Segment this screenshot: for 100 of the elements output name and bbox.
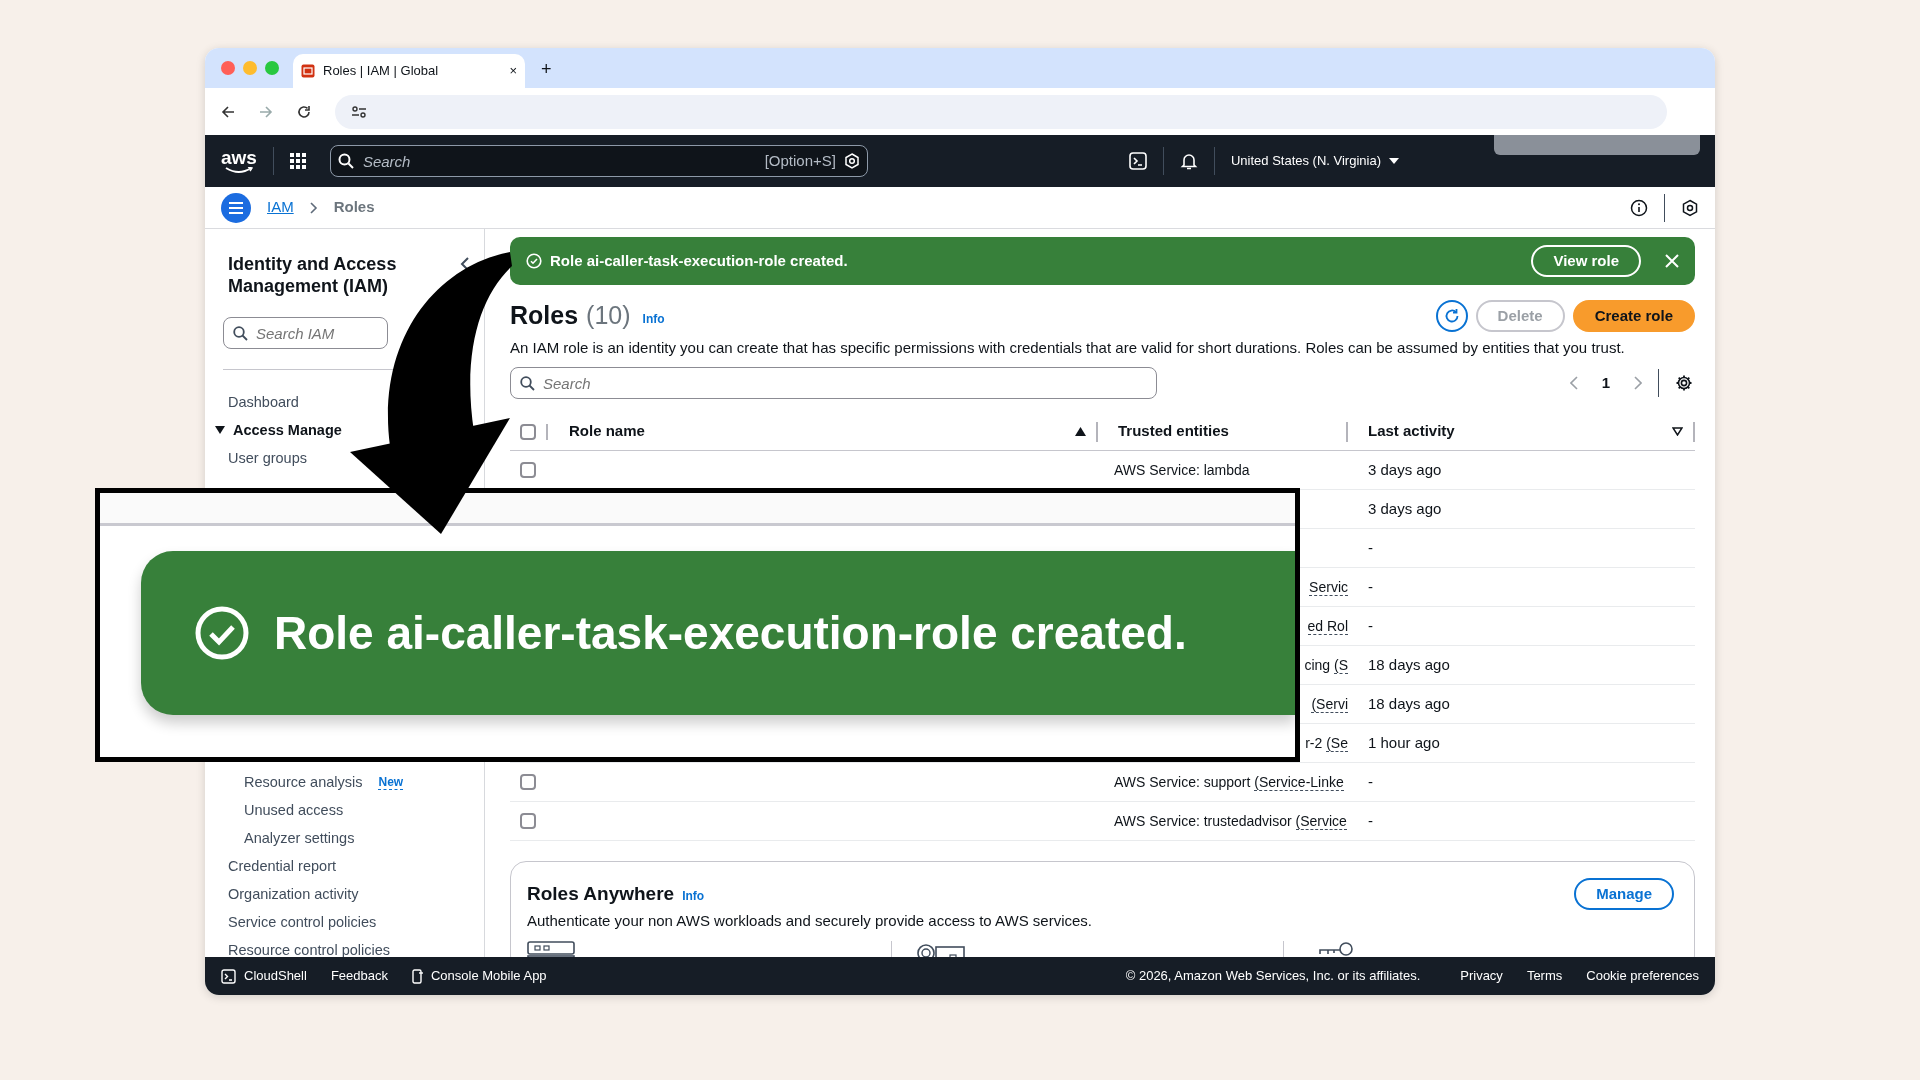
footer-link[interactable]: Cookie preferences [1586, 966, 1699, 986]
expanded-triangle-icon[interactable] [215, 425, 225, 435]
table-cell-text: - [1368, 810, 1373, 831]
table-cell-text: r-2 (Se [1305, 733, 1348, 754]
view-role-button[interactable]: View role [1531, 245, 1641, 277]
table-cell-text: 18 days ago [1368, 654, 1450, 675]
smile-icon [224, 166, 253, 174]
info-link[interactable]: Info [682, 887, 705, 905]
banner-message: Role ai-caller-task-execution-role created. [550, 250, 849, 271]
table-cell-text: 3 days ago [1368, 459, 1442, 480]
create-role-button[interactable]: Create role [1572, 299, 1695, 332]
table-search-field[interactable]: Search [510, 367, 1157, 399]
nav-link[interactable]: Analyzer settings [244, 824, 355, 852]
table-cell-text: 18 days ago [1368, 693, 1450, 714]
window-close-dot[interactable] [221, 61, 235, 75]
table-cell-text: - [1368, 771, 1373, 792]
page-description: An IAM role is an identity you can create that has specific permissions with credentials that are valid for short durations. Roles can be assumed by entities that you trust. [510, 337, 1626, 358]
table-cell-text: 1 hour ago [1368, 732, 1440, 753]
reload-icon[interactable] [297, 104, 311, 119]
info-icon[interactable] [1630, 198, 1648, 217]
tab-favicon-icon [301, 64, 315, 78]
table-cell-text: (Servi [1311, 694, 1348, 715]
info-link[interactable]: Info [642, 309, 665, 328]
previous-page-icon[interactable] [1569, 376, 1578, 390]
footer-link[interactable]: Privacy [1460, 966, 1503, 986]
column-header[interactable]: Role name [569, 420, 1075, 443]
search-icon [233, 326, 248, 341]
breadcrumb-link[interactable]: IAM [267, 196, 294, 219]
footer-link[interactable]: Console Mobile App [411, 966, 547, 986]
nav-link[interactable]: Service control policies [228, 908, 377, 936]
nav-link[interactable]: User groups [228, 444, 307, 472]
site-settings-icon[interactable] [351, 104, 367, 119]
nav-link[interactable]: Dashboard [228, 388, 299, 416]
refresh-button[interactable] [1435, 299, 1468, 332]
phone-icon [411, 968, 423, 984]
sidebar-search-field[interactable]: Search IAM [223, 317, 388, 349]
tab-close-button[interactable]: × [509, 61, 517, 81]
footer-link[interactable]: Feedback [330, 966, 388, 986]
table-cell-text: cing (S [1304, 655, 1348, 676]
window-zoom-dot[interactable] [265, 61, 279, 75]
column-header[interactable]: Last activity [1368, 420, 1672, 443]
chevron-right-icon [309, 201, 318, 214]
card-title: Roles Anywhere [527, 881, 675, 906]
table-cell-text: - [1368, 576, 1373, 597]
refresh-icon [1443, 307, 1460, 324]
back-arrow-icon[interactable] [221, 104, 235, 119]
menu-button[interactable] [221, 192, 251, 223]
bell-icon[interactable] [1179, 152, 1198, 170]
nav-link[interactable]: Unused access [244, 796, 344, 824]
sort-ascending-icon[interactable] [1075, 427, 1086, 436]
terminal-icon [221, 968, 236, 984]
enlarged-banner-message: Role ai-caller-task-execution-role created. [274, 605, 1187, 661]
shortcut-hint: [Option+S] [764, 150, 836, 171]
column-header[interactable]: Trusted entities [1118, 420, 1336, 443]
page-number[interactable]: 1 [1593, 371, 1618, 395]
caret-icon [1389, 158, 1399, 164]
terminal-icon[interactable] [1128, 152, 1147, 170]
card-description: Authenticate your non AWS workloads and securely provide access to AWS services. [527, 911, 1093, 931]
region-selector[interactable]: United States (N. Virginia) [1230, 151, 1399, 171]
apps-grid-icon[interactable] [289, 153, 306, 169]
nav-section-header[interactable]: Access Manage [233, 416, 342, 444]
hexagon-icon[interactable] [1681, 198, 1699, 217]
browser-tab[interactable]: Roles | IAM | Global × [293, 54, 525, 88]
row-checkbox[interactable] [520, 462, 536, 478]
close-icon[interactable] [1665, 254, 1679, 268]
sort-icon[interactable] [1672, 427, 1683, 436]
next-page-icon[interactable] [1634, 376, 1642, 390]
nav-link[interactable]: Credential report [228, 852, 336, 880]
footer-link[interactable]: Terms [1526, 966, 1563, 986]
footer-link[interactable]: CloudShell [221, 966, 307, 986]
table-cell-text: AWS Service: trustedadvisor (Service [1114, 811, 1347, 832]
table-cell-text: AWS Service: support (Service-Linke [1114, 772, 1344, 793]
collapse-chevron-icon[interactable] [460, 257, 470, 271]
manage-button[interactable]: Manage [1574, 878, 1674, 910]
search-icon [337, 153, 354, 169]
table-cell-text: 3 days ago [1368, 498, 1442, 519]
row-checkbox[interactable] [520, 813, 536, 829]
settings-icon[interactable] [1675, 374, 1693, 392]
new-tab-button[interactable]: + [541, 56, 552, 83]
copyright-text: © 2026, Amazon Web Services, Inc. or its affiliates. [1125, 967, 1421, 986]
hexagon-icon [843, 153, 860, 169]
select-all-checkbox[interactable] [520, 423, 536, 440]
page-title: Roles [510, 300, 579, 331]
sidebar-title: Identity and Access Management (IAM) [228, 253, 398, 297]
window-minimize-dot[interactable] [243, 61, 257, 75]
table-cell-text: ed Rol [1307, 616, 1348, 637]
table-cell-text: - [1368, 615, 1373, 636]
menu-icon [229, 201, 243, 214]
check-circle-icon [194, 605, 250, 661]
role-count: (10) [586, 300, 631, 331]
search-icon [520, 376, 535, 391]
aws-logo[interactable]: aws [221, 148, 257, 174]
new-label: New [378, 774, 404, 790]
table-cell-text: Servic [1309, 577, 1348, 598]
nav-link[interactable]: Organization activity [228, 880, 359, 908]
nav-link[interactable]: Resource analysis [244, 768, 363, 796]
table-cell-text: AWS Service: lambda [1114, 460, 1250, 480]
breadcrumb-current: Roles [333, 197, 375, 218]
table-cell-text: - [1368, 537, 1373, 558]
row-checkbox[interactable] [520, 774, 536, 790]
